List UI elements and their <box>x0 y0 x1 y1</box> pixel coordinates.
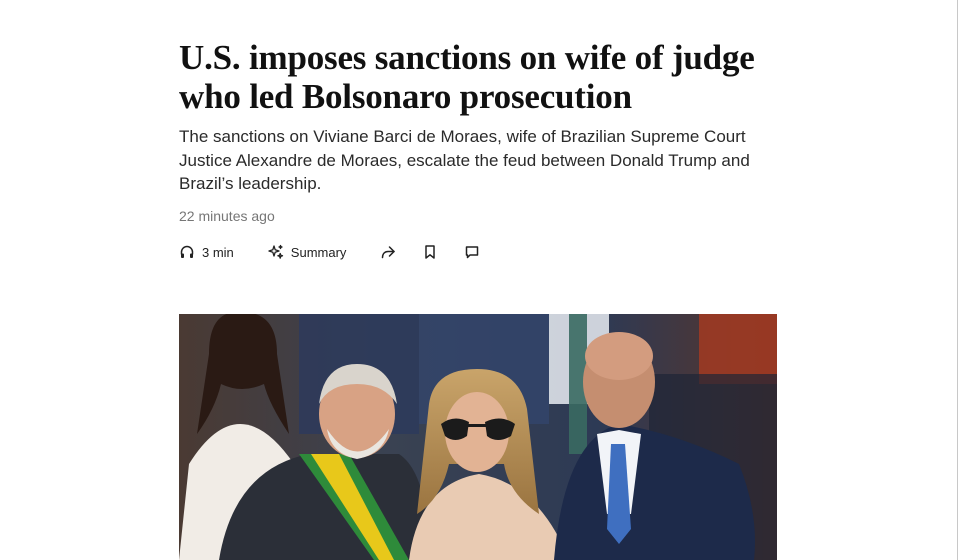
summary-label: Summary <box>290 244 347 260</box>
summary-button[interactable]: Summary <box>268 240 347 264</box>
lead-photo <box>179 314 777 560</box>
timestamp: 22 minutes ago <box>179 207 275 224</box>
share-arrow-icon <box>380 244 396 260</box>
save-button[interactable] <box>422 240 438 264</box>
subheadline: The sanctions on Viviane Barci de Moraes… <box>179 127 750 193</box>
sparkle-icon <box>268 244 284 260</box>
article-toolbar: 3 min Summary <box>179 240 506 264</box>
article-header: U.S. imposes sanctions on wife of judge … <box>179 38 779 224</box>
listen-duration: 3 min <box>202 244 234 260</box>
comment-icon <box>464 244 480 260</box>
headphones-icon <box>179 244 195 260</box>
comments-button[interactable] <box>464 240 480 264</box>
listen-button[interactable]: 3 min <box>179 240 234 264</box>
page-edge-divider <box>957 0 958 560</box>
share-button[interactable] <box>380 240 396 264</box>
headline: U.S. imposes sanctions on wife of judge … <box>179 38 755 116</box>
bookmark-icon <box>422 244 438 260</box>
